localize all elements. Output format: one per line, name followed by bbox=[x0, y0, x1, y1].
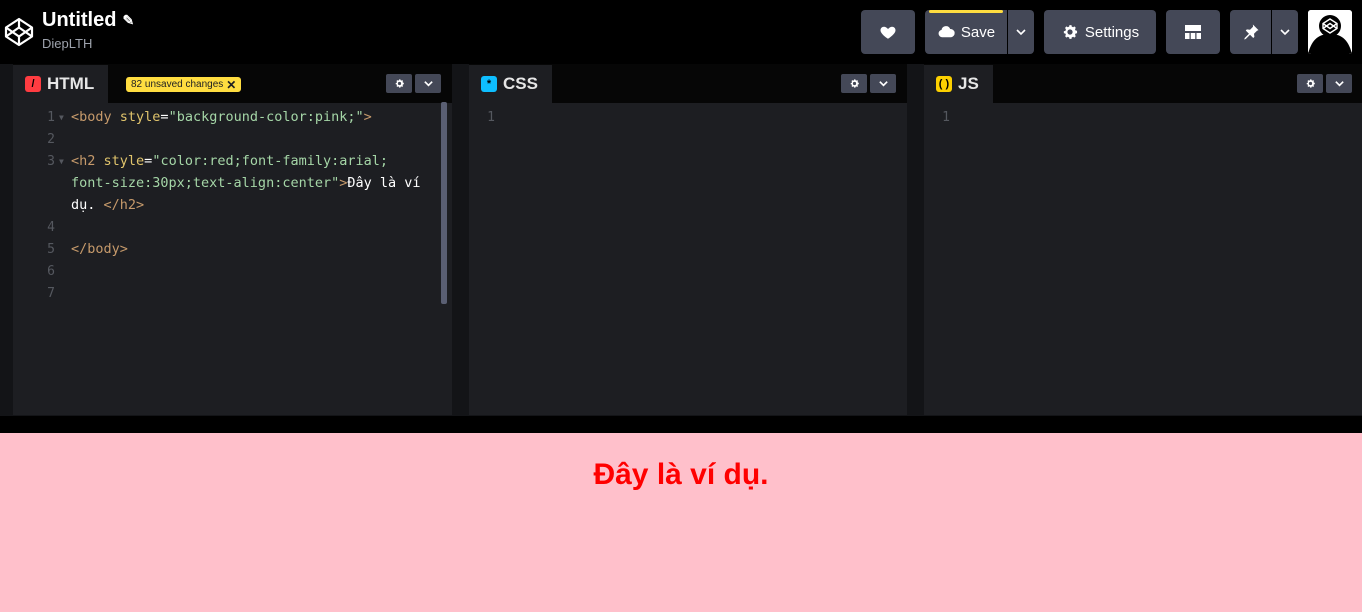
unsaved-indicator bbox=[929, 10, 1003, 13]
gear-icon bbox=[1306, 79, 1315, 88]
pen-title[interactable]: Untitled ✎ bbox=[42, 9, 134, 32]
unsaved-changes-text: 82 unsaved changes bbox=[131, 79, 224, 90]
unsaved-changes-badge[interactable]: 82 unsaved changes ✕ bbox=[126, 77, 242, 92]
codepen-logo-icon[interactable] bbox=[4, 17, 34, 47]
css-asterisk-icon: * bbox=[481, 76, 497, 92]
js-tab-bar: ( ) JS bbox=[924, 64, 1362, 103]
css-settings-button[interactable] bbox=[841, 74, 867, 93]
line-number: 2 bbox=[47, 132, 55, 147]
result-preview[interactable]: Đây là ví dụ. bbox=[0, 433, 1362, 612]
chevron-down-icon bbox=[1334, 81, 1344, 87]
css-code-editor[interactable]: 1 bbox=[469, 103, 907, 415]
pane-resize-handle[interactable] bbox=[452, 64, 469, 416]
html-collapse-button[interactable] bbox=[415, 74, 441, 93]
settings-label: Settings bbox=[1084, 23, 1140, 41]
heart-button[interactable] bbox=[861, 10, 915, 54]
html-editor-scrollbar[interactable] bbox=[441, 102, 447, 304]
pin-button[interactable] bbox=[1230, 10, 1271, 54]
line-number: 4 bbox=[47, 220, 55, 235]
settings-button[interactable]: Settings bbox=[1044, 10, 1156, 54]
css-tab-bar: * CSS bbox=[469, 64, 907, 103]
code-line-1[interactable]: <body style="background-color:pink;"> bbox=[71, 109, 372, 125]
save-label: Save bbox=[960, 23, 996, 41]
html-tab-bar: / HTML 82 unsaved changes ✕ bbox=[13, 64, 452, 103]
js-braces-icon: ( ) bbox=[936, 76, 952, 92]
js-tab[interactable]: ( ) JS bbox=[924, 65, 993, 103]
line-number: 7 bbox=[47, 286, 55, 301]
js-collapse-button[interactable] bbox=[1326, 74, 1352, 93]
html-settings-button[interactable] bbox=[386, 74, 412, 93]
js-tab-label: JS bbox=[958, 74, 979, 93]
save-button[interactable]: Save bbox=[925, 10, 1007, 54]
fold-arrow-icon[interactable]: ▼ bbox=[59, 113, 64, 122]
html-editor-pane: / HTML 82 unsaved changes ✕ 1 ▼ <body st… bbox=[13, 64, 452, 415]
pen-title-text[interactable]: Untitled bbox=[42, 9, 116, 32]
close-icon[interactable]: ✕ bbox=[226, 78, 236, 92]
line-number: 1 bbox=[47, 110, 55, 125]
pen-owner[interactable]: DiepLTH bbox=[42, 36, 92, 51]
html-tab[interactable]: / HTML bbox=[13, 65, 109, 103]
code-line-3[interactable]: <h2 style="color:red;font-family:arial; bbox=[71, 153, 388, 169]
line-number: 6 bbox=[47, 264, 55, 279]
chevron-down-icon bbox=[423, 81, 433, 87]
preview-resize-handle[interactable] bbox=[0, 416, 1362, 433]
chevron-down-icon bbox=[1016, 29, 1026, 36]
pane-resize-handle[interactable] bbox=[907, 64, 924, 416]
html-code-editor[interactable]: 1 ▼ <body style="background-color:pink;"… bbox=[13, 103, 452, 415]
line-number: 3 bbox=[47, 154, 55, 169]
cloud-icon bbox=[938, 26, 955, 38]
chevron-down-icon bbox=[1280, 29, 1290, 36]
top-header: Untitled ✎ DiepLTH Save Settings bbox=[0, 0, 1362, 64]
preview-heading: Đây là ví dụ. bbox=[593, 458, 769, 491]
user-avatar[interactable] bbox=[1308, 10, 1352, 54]
save-options-button[interactable] bbox=[1008, 10, 1034, 54]
editor-area: / HTML 82 unsaved changes ✕ 1 ▼ <body st… bbox=[0, 64, 1362, 416]
pin-icon bbox=[1243, 24, 1258, 40]
code-line-3-wrap-2[interactable]: dụ. </h2> bbox=[71, 197, 144, 213]
heart-icon bbox=[880, 26, 896, 39]
js-settings-button[interactable] bbox=[1297, 74, 1323, 93]
layout-grid-icon bbox=[1185, 25, 1201, 39]
fold-arrow-icon[interactable]: ▼ bbox=[59, 157, 64, 166]
css-tab[interactable]: * CSS bbox=[469, 65, 552, 103]
line-number: 1 bbox=[942, 110, 950, 125]
css-tab-label: CSS bbox=[503, 74, 538, 93]
js-code-editor[interactable]: 1 bbox=[924, 103, 1362, 415]
html-tab-label: HTML bbox=[47, 74, 95, 93]
code-line-5[interactable]: </body> bbox=[71, 241, 128, 257]
change-view-button[interactable] bbox=[1166, 10, 1220, 54]
code-line-3-wrap-1[interactable]: font-size:30px;text-align:center">Đây là… bbox=[71, 175, 421, 191]
pin-options-button[interactable] bbox=[1272, 10, 1298, 54]
gear-icon bbox=[395, 79, 404, 88]
css-collapse-button[interactable] bbox=[870, 74, 896, 93]
avatar-icon bbox=[1308, 10, 1352, 54]
css-editor-pane: * CSS 1 bbox=[469, 64, 907, 415]
html-slash-icon: / bbox=[25, 76, 41, 92]
js-editor-pane: ( ) JS 1 bbox=[924, 64, 1362, 415]
chevron-down-icon bbox=[878, 81, 888, 87]
line-number: 5 bbox=[47, 242, 55, 257]
gear-icon bbox=[1063, 25, 1077, 39]
pencil-icon[interactable]: ✎ bbox=[122, 12, 134, 29]
gear-icon bbox=[850, 79, 859, 88]
line-number: 1 bbox=[487, 110, 495, 125]
